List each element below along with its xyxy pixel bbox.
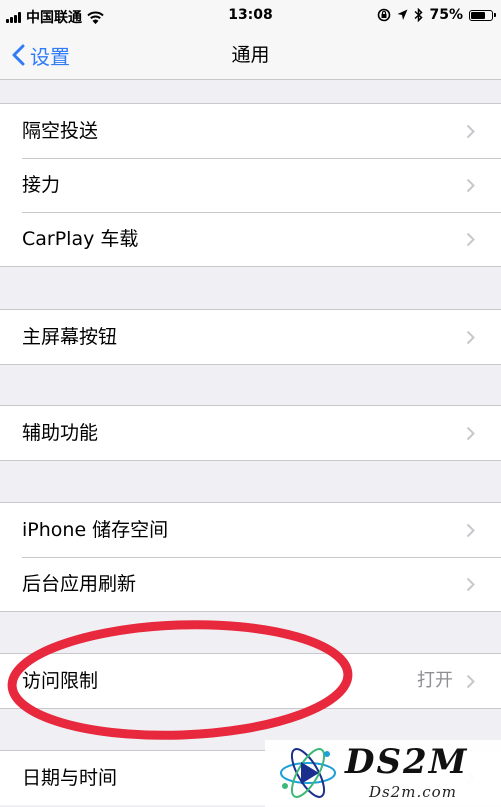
battery-level bbox=[471, 11, 485, 19]
row-label: 辅助功能 bbox=[22, 422, 99, 444]
settings-group-3: 辅助功能 bbox=[0, 405, 501, 461]
row-label: 接力 bbox=[22, 174, 61, 196]
row-home-button[interactable]: 主屏幕按钮 bbox=[0, 310, 501, 364]
row-date-time[interactable]: 日期与时间 bbox=[0, 751, 501, 805]
chevron-right-icon bbox=[466, 577, 475, 592]
battery-percent: 75% bbox=[429, 7, 463, 23]
row-iphone-storage[interactable]: iPhone 储存空间 bbox=[0, 503, 501, 557]
settings-group-5: 访问限制 打开 bbox=[0, 653, 501, 709]
nav-bar: 设置 通用 bbox=[0, 32, 501, 80]
row-label: iPhone 储存空间 bbox=[22, 519, 169, 541]
settings-group-2: 主屏幕按钮 bbox=[0, 309, 501, 365]
row-carplay[interactable]: CarPlay 车载 bbox=[0, 212, 501, 266]
row-label: 后台应用刷新 bbox=[22, 573, 137, 595]
row-value: 打开 bbox=[417, 670, 453, 691]
settings-group-6: 日期与时间 bbox=[0, 750, 501, 805]
chevron-right-icon bbox=[466, 426, 475, 441]
status-right: 75% bbox=[377, 7, 496, 23]
settings-group-1: 隔空投送 接力 CarPlay 车载 bbox=[0, 103, 501, 267]
orientation-lock-icon bbox=[378, 8, 391, 22]
chevron-right-icon bbox=[466, 178, 475, 193]
row-handoff[interactable]: 接力 bbox=[0, 158, 501, 212]
row-label: 隔空投送 bbox=[22, 120, 99, 142]
status-bar: 中国联通 13:08 75% bbox=[0, 0, 501, 32]
chevron-right-icon bbox=[466, 674, 475, 689]
chevron-right-icon bbox=[466, 232, 475, 247]
row-restrictions[interactable]: 访问限制 打开 bbox=[0, 654, 501, 708]
row-label: CarPlay 车载 bbox=[22, 228, 139, 250]
row-label: 主屏幕按钮 bbox=[22, 326, 118, 348]
settings-group-4: iPhone 储存空间 后台应用刷新 bbox=[0, 502, 501, 612]
row-label: 日期与时间 bbox=[22, 767, 118, 789]
chevron-right-icon bbox=[466, 523, 475, 538]
chevron-right-icon bbox=[466, 771, 475, 786]
chevron-right-icon bbox=[466, 124, 475, 139]
row-label: 访问限制 bbox=[22, 670, 99, 692]
location-icon bbox=[397, 9, 408, 20]
battery-icon bbox=[469, 9, 496, 21]
chevron-right-icon bbox=[466, 330, 475, 345]
row-airdrop[interactable]: 隔空投送 bbox=[0, 104, 501, 158]
bluetooth-icon bbox=[414, 8, 424, 22]
page-title: 通用 bbox=[231, 44, 270, 66]
row-background-refresh[interactable]: 后台应用刷新 bbox=[0, 557, 501, 611]
row-accessibility[interactable]: 辅助功能 bbox=[0, 406, 501, 460]
